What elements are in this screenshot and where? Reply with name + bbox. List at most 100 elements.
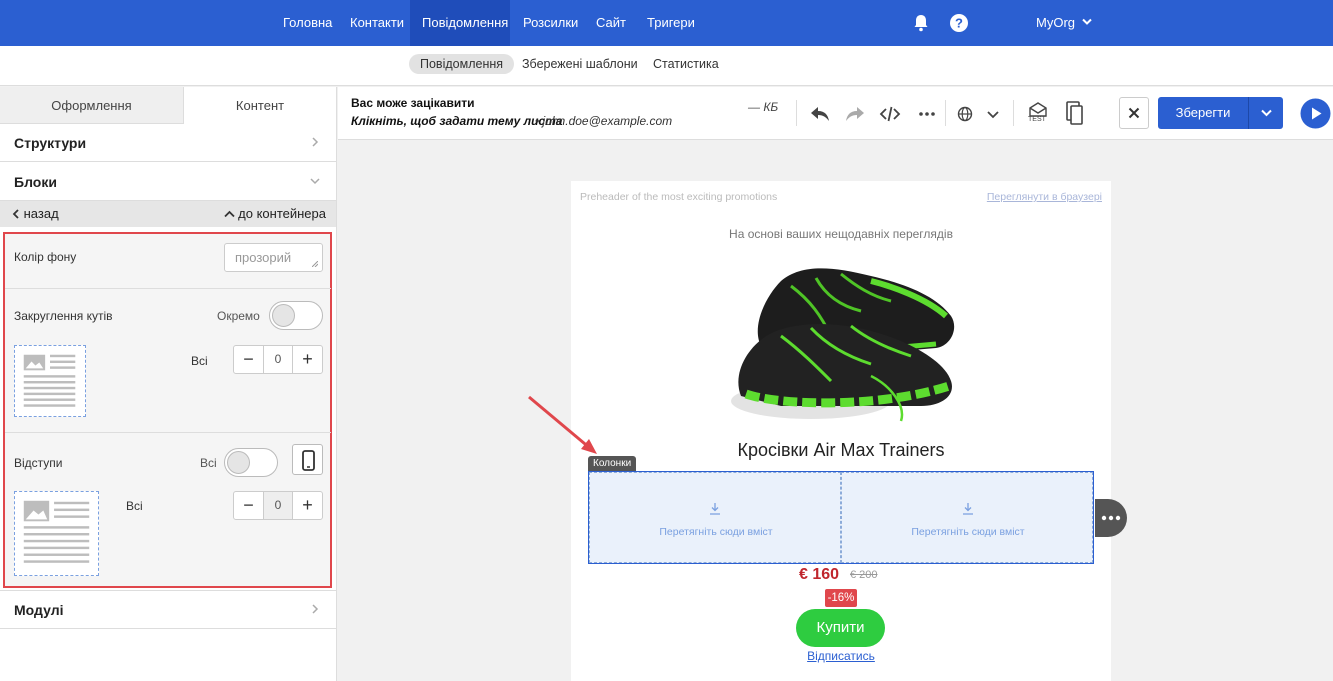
corner-radius-label: Закруглення кутів	[14, 309, 113, 323]
padding-value[interactable]: 0	[263, 492, 293, 519]
save-options-button[interactable]	[1248, 97, 1283, 129]
chevron-up-icon	[223, 210, 235, 218]
tab-content[interactable]: Контент	[184, 87, 336, 124]
discount-badge[interactable]: -16%	[825, 589, 857, 607]
nav-item-site[interactable]: Сайт	[584, 0, 638, 46]
save-button[interactable]: Зберегти	[1158, 97, 1248, 129]
tab-design[interactable]: Оформлення	[0, 87, 184, 124]
section-blocks-label: Блоки	[14, 174, 57, 190]
resize-corner-icon	[312, 261, 318, 267]
preheader-text[interactable]: Preheader of the most exciting promotion…	[580, 191, 777, 203]
sender-address[interactable]: • john.doe@example.com	[535, 114, 672, 128]
chevron-left-icon	[12, 209, 19, 219]
corner-radius-preview-icon	[14, 345, 86, 417]
back-button[interactable]: назад	[12, 201, 59, 227]
help-icon[interactable]: ?	[949, 13, 969, 33]
columns-tag[interactable]: Колонки	[588, 456, 637, 471]
to-container-button[interactable]: до контейнера	[223, 201, 326, 227]
download-icon	[963, 503, 973, 515]
decrement-button[interactable]: −	[234, 492, 263, 519]
email-title[interactable]: Вас може зацікавити	[351, 96, 474, 110]
subject-hint[interactable]: Клікніть, щоб задати тему листа	[351, 114, 562, 128]
increment-button[interactable]: +	[293, 492, 322, 519]
sub-navigation: Повідомлення Збережені шаблони Статистик…	[0, 46, 1333, 86]
left-panel-tabs: Оформлення Контент	[0, 87, 336, 124]
old-price[interactable]: € 200	[850, 569, 878, 581]
drop-here-text: Перетягніть сюди вміст	[911, 526, 1025, 538]
corner-radius-all-label: Всі	[191, 354, 208, 368]
org-name: MyOrg	[1036, 15, 1075, 30]
nav-item-campaigns[interactable]: Розсилки	[511, 0, 590, 46]
subtab-saved-templates[interactable]: Збережені шаблони	[511, 54, 649, 74]
padding-all-label: Всі	[126, 499, 143, 513]
email-size: — КБ	[748, 100, 779, 114]
subtab-messages[interactable]: Повідомлення	[409, 54, 515, 74]
test-email-button[interactable]: TEST	[1026, 101, 1050, 127]
drop-here-text: Перетягніть сюди вміст	[659, 526, 773, 538]
more-icon[interactable]	[916, 104, 938, 124]
test-label: TEST	[1028, 116, 1046, 123]
copy-icon[interactable]	[1063, 100, 1085, 126]
download-icon	[710, 503, 720, 515]
to-container-label: до контейнера	[238, 206, 326, 221]
divider	[796, 100, 797, 126]
product-title[interactable]: Кросівки Air Max Trainers	[571, 440, 1111, 461]
corner-radius-separate-toggle[interactable]	[269, 301, 323, 330]
padding-all-toggle[interactable]	[224, 448, 278, 477]
subtab-statistics[interactable]: Статистика	[642, 54, 730, 74]
more-icon	[1101, 515, 1121, 521]
section-structures-label: Структури	[14, 135, 87, 151]
chevron-down-icon	[1261, 109, 1272, 117]
undo-icon[interactable]	[809, 104, 831, 124]
bg-color-picker[interactable]: прозорий	[224, 243, 323, 272]
divider	[5, 288, 331, 289]
nav-item-home[interactable]: Головна	[271, 0, 344, 46]
chevron-down-icon[interactable]	[982, 104, 1004, 124]
column-drop-zone[interactable]: Перетягніть сюди вміст	[589, 472, 841, 563]
columns-block[interactable]: Перетягніть сюди вміст Перетягніть сюди …	[588, 471, 1094, 564]
sneaker-image[interactable]	[721, 256, 961, 426]
globe-icon[interactable]	[954, 104, 976, 124]
bell-icon[interactable]	[911, 13, 931, 33]
email-preview: Preheader of the most exciting promotion…	[571, 181, 1111, 681]
left-panel: Оформлення Контент Структури Блоки назад…	[0, 87, 337, 681]
padding-stepper[interactable]: − 0 +	[233, 491, 323, 520]
buy-button[interactable]: Купити	[796, 609, 885, 647]
corner-radius-stepper[interactable]: − 0 +	[233, 345, 323, 374]
close-button[interactable]	[1119, 97, 1149, 129]
svg-text:?: ?	[955, 16, 963, 31]
corner-radius-separate-label: Окремо	[217, 309, 260, 323]
annotation-arrow-icon	[528, 395, 597, 454]
corner-radius-value[interactable]: 0	[263, 346, 293, 373]
bg-color-value: прозорий	[235, 250, 292, 265]
section-blocks[interactable]: Блоки	[0, 163, 336, 201]
redo-icon[interactable]	[844, 104, 866, 124]
divider	[1013, 100, 1014, 126]
column-drop-zone[interactable]: Перетягніть сюди вміст	[841, 472, 1093, 563]
code-icon[interactable]	[879, 104, 901, 124]
unsubscribe-link[interactable]: Відписатись	[571, 649, 1111, 663]
close-icon	[1128, 107, 1140, 119]
based-on-text[interactable]: На основі ваших нещодавніх переглядів	[571, 227, 1111, 241]
chevron-right-icon	[312, 604, 319, 614]
mobile-preview-button[interactable]	[292, 444, 323, 475]
decrement-button[interactable]: −	[234, 346, 263, 373]
nav-item-messages[interactable]: Повідомлення	[410, 0, 510, 46]
view-in-browser-link[interactable]: Переглянути в браузері	[987, 191, 1102, 203]
org-selector[interactable]: MyOrg	[1036, 0, 1092, 46]
section-modules[interactable]: Модулі	[0, 590, 336, 629]
section-structures[interactable]: Структури	[0, 124, 336, 162]
chevron-right-icon	[312, 137, 319, 147]
divider	[945, 100, 946, 126]
price[interactable]: € 160	[799, 566, 839, 584]
padding-all-toggle-label: Всі	[200, 456, 217, 470]
nav-item-contacts[interactable]: Контакти	[338, 0, 416, 46]
block-options-button[interactable]	[1095, 499, 1127, 537]
nav-item-triggers[interactable]: Тригери	[635, 0, 707, 46]
chevron-down-icon	[310, 178, 320, 185]
padding-preview-icon	[14, 491, 99, 576]
divider	[5, 432, 331, 433]
section-modules-label: Модулі	[14, 602, 64, 618]
preview-play-icon[interactable]	[1300, 98, 1331, 129]
increment-button[interactable]: +	[293, 346, 322, 373]
